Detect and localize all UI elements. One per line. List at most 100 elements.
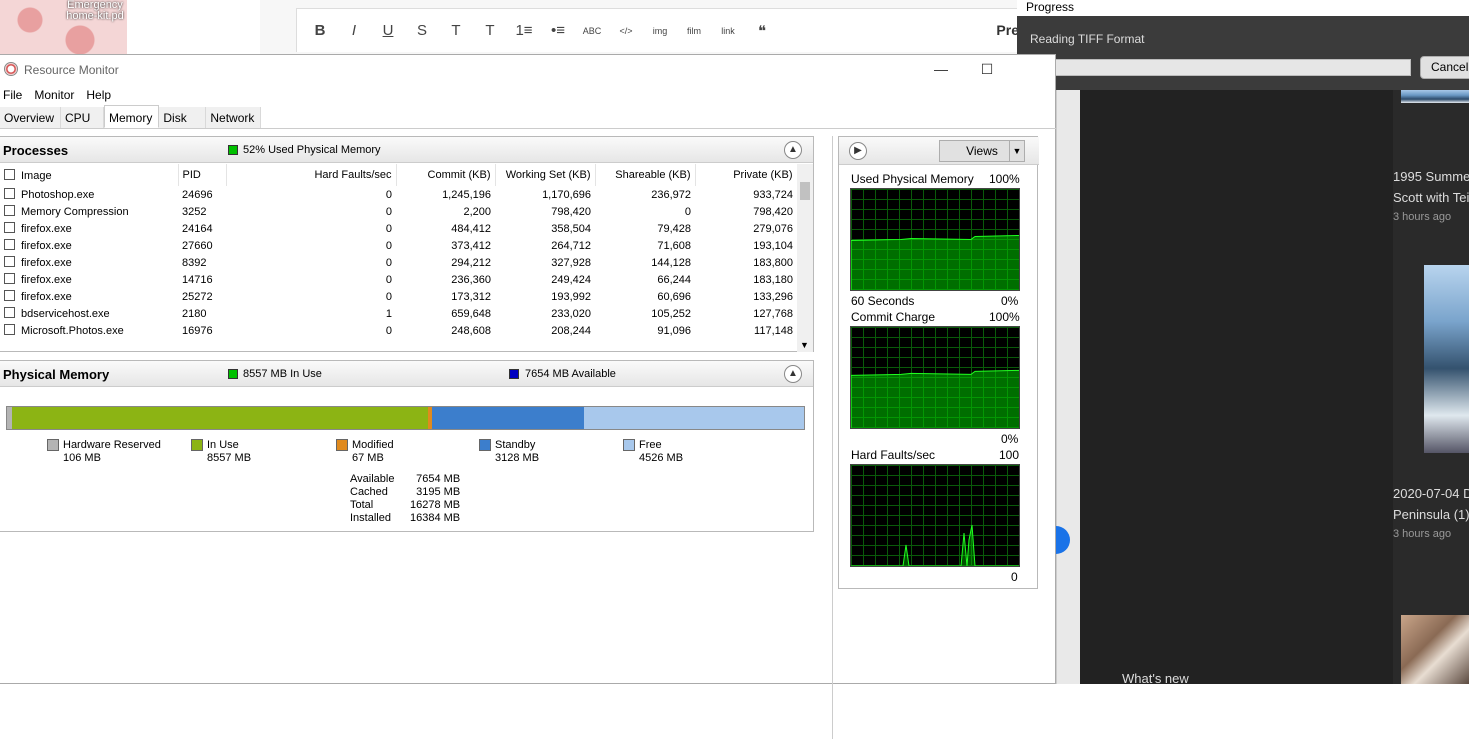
tab-network[interactable]: Network (206, 107, 262, 128)
text-style-icon[interactable]: T (473, 16, 507, 46)
table-row[interactable]: bdservicehost.exe 2180 1 659,648 233,020 105,… (0, 305, 797, 322)
memory-legend-item: Modified 67 MB (336, 439, 394, 465)
underline-icon[interactable]: U (371, 16, 405, 46)
cell-image[interactable]: Microsoft.Photos.exe (0, 322, 178, 339)
available-swatch (509, 369, 519, 379)
table-row[interactable]: firefox.exe 14716 0 236,360 249,424 66,244 183… (0, 271, 797, 288)
processes-scrollbar[interactable]: ▼ (797, 164, 813, 352)
processes-header[interactable]: Processes 52% Used Physical Memory ▲ (0, 137, 813, 163)
cell-image[interactable]: bdservicehost.exe (0, 305, 178, 322)
row-checkbox[interactable] (4, 239, 15, 250)
italic-icon[interactable]: I (337, 16, 371, 46)
cell-image[interactable]: firefox.exe (0, 237, 178, 254)
legend-label: Hardware Reserved (63, 439, 161, 451)
whats-new-link[interactable]: What's new (1122, 668, 1189, 689)
table-row[interactable]: Microsoft.Photos.exe 16976 0 248,608 208,244… (0, 322, 797, 339)
menu-help[interactable]: Help (86, 85, 119, 105)
feed-item-title[interactable]: 1995 Summer (1393, 166, 1469, 187)
cell-image[interactable]: Photoshop.exe (0, 186, 178, 203)
cell-private: 133,296 (753, 290, 793, 303)
column-header-private[interactable]: Private (KB) (695, 164, 798, 186)
column-header-hard-faults[interactable]: Hard Faults/sec (226, 164, 397, 186)
image-icon[interactable]: img (643, 16, 677, 46)
views-dropdown-icon[interactable]: ▼ (1009, 140, 1025, 162)
row-checkbox[interactable] (4, 256, 15, 267)
table-row[interactable]: firefox.exe 8392 0 294,212 327,928 144,128 183… (0, 254, 797, 271)
desktop-icon-label: Emergency home-kit.pd (66, 0, 124, 22)
title-bar[interactable]: Resource Monitor — ☐ (0, 55, 1056, 85)
summary-value: 16278 MB (410, 499, 461, 511)
progress-message: Reading TIFF Format (1030, 32, 1145, 46)
legend-swatch (479, 439, 491, 451)
strikethrough-icon[interactable]: S (405, 16, 439, 46)
cell-private: 279,076 (753, 222, 793, 235)
tab-overview[interactable]: Overview (0, 107, 62, 128)
select-all-checkbox[interactable] (4, 168, 15, 180)
spellcheck-icon[interactable]: ABC (575, 16, 609, 46)
minimize-button[interactable]: — (918, 59, 964, 81)
photo-thumbnail[interactable] (1424, 265, 1469, 453)
tab-disk[interactable]: Disk (159, 107, 207, 128)
cell-image[interactable]: firefox.exe (0, 271, 178, 288)
row-checkbox[interactable] (4, 324, 15, 335)
physical-memory-header[interactable]: Physical Memory 8557 MB In Use 7654 MB A… (0, 361, 813, 387)
maximize-button[interactable]: ☐ (964, 59, 1010, 81)
text-size-icon[interactable]: T (439, 16, 473, 46)
row-checkbox[interactable] (4, 307, 15, 318)
tab-memory[interactable]: Memory (104, 105, 160, 128)
row-checkbox[interactable] (4, 188, 15, 199)
scrollbar-thumb[interactable] (800, 182, 810, 200)
column-header-shareable[interactable]: Shareable (KB) (595, 164, 696, 186)
table-row[interactable]: firefox.exe 27660 0 373,412 264,712 71,608 193… (0, 237, 797, 254)
expand-graphs-button[interactable]: ▶ (849, 142, 867, 160)
column-header-working-set[interactable]: Working Set (KB) (495, 164, 596, 186)
row-checkbox[interactable] (4, 222, 15, 233)
code-icon[interactable]: </> (609, 16, 643, 46)
hard-faults-graph-title: Hard Faults/sec (851, 448, 936, 462)
photo-thumbnail[interactable] (1401, 615, 1469, 684)
memory-segment-standby (431, 407, 584, 429)
table-row[interactable]: firefox.exe 25272 0 173,312 193,992 60,696 133… (0, 288, 797, 305)
table-row[interactable]: firefox.exe 24164 0 484,412 358,504 79,428 279… (0, 220, 797, 237)
numbered-list-icon[interactable]: 1≡ (507, 16, 541, 46)
tab-cpu[interactable]: CPU (61, 107, 105, 128)
row-checkbox[interactable] (4, 290, 15, 301)
editor-preview-label[interactable]: Pre (996, 22, 1019, 38)
column-header-pid[interactable]: PID (178, 164, 227, 186)
cell-working-set: 249,424 (551, 273, 591, 286)
summary-row: Installed 16384 MB (350, 512, 460, 525)
quote-icon[interactable]: ❝ (745, 16, 779, 46)
column-header-image[interactable]: Image (0, 164, 179, 186)
cell-image[interactable]: firefox.exe (0, 254, 178, 271)
table-row[interactable]: Memory Compression 3252 0 2,200 798,420 0 798,… (0, 203, 797, 220)
legend-swatch (623, 439, 635, 451)
editor-scroll-area (1056, 55, 1082, 684)
cell-image[interactable]: firefox.exe (0, 288, 178, 305)
feed-item-title[interactable]: 2020-07-04 D (1393, 483, 1469, 504)
cell-pid: 25272 (182, 290, 213, 303)
bullet-list-icon[interactable]: •≡ (541, 16, 575, 46)
cell-commit: 294,212 (451, 256, 491, 269)
legend-label: In Use (207, 439, 239, 451)
column-header-commit[interactable]: Commit (KB) (396, 164, 496, 186)
cell-image[interactable]: firefox.exe (0, 220, 178, 237)
row-checkbox[interactable] (4, 273, 15, 284)
summary-value: 16384 MB (410, 512, 461, 524)
in-use-summary: 8557 MB In Use (243, 368, 322, 380)
video-icon[interactable]: film (677, 16, 711, 46)
collapse-physical-memory-button[interactable]: ▲ (784, 365, 802, 383)
cell-image[interactable]: Memory Compression (0, 203, 178, 220)
photo-thumbnail[interactable] (1401, 90, 1469, 103)
summary-label: Total (350, 499, 374, 511)
table-row[interactable]: Photoshop.exe 24696 0 1,245,196 1,170,696 236… (0, 186, 797, 203)
menu-monitor[interactable]: Monitor (34, 85, 82, 105)
legend-value: 67 MB (352, 452, 384, 464)
scroll-down-icon[interactable]: ▼ (800, 340, 809, 350)
collapse-processes-button[interactable]: ▲ (784, 141, 802, 159)
link-icon[interactable]: link (711, 16, 745, 46)
row-checkbox[interactable] (4, 205, 15, 216)
bold-icon[interactable]: B (303, 16, 337, 46)
menu-file[interactable]: File (3, 85, 30, 105)
pane-divider[interactable] (832, 136, 833, 739)
cancel-button[interactable]: Cancel (1420, 56, 1469, 79)
